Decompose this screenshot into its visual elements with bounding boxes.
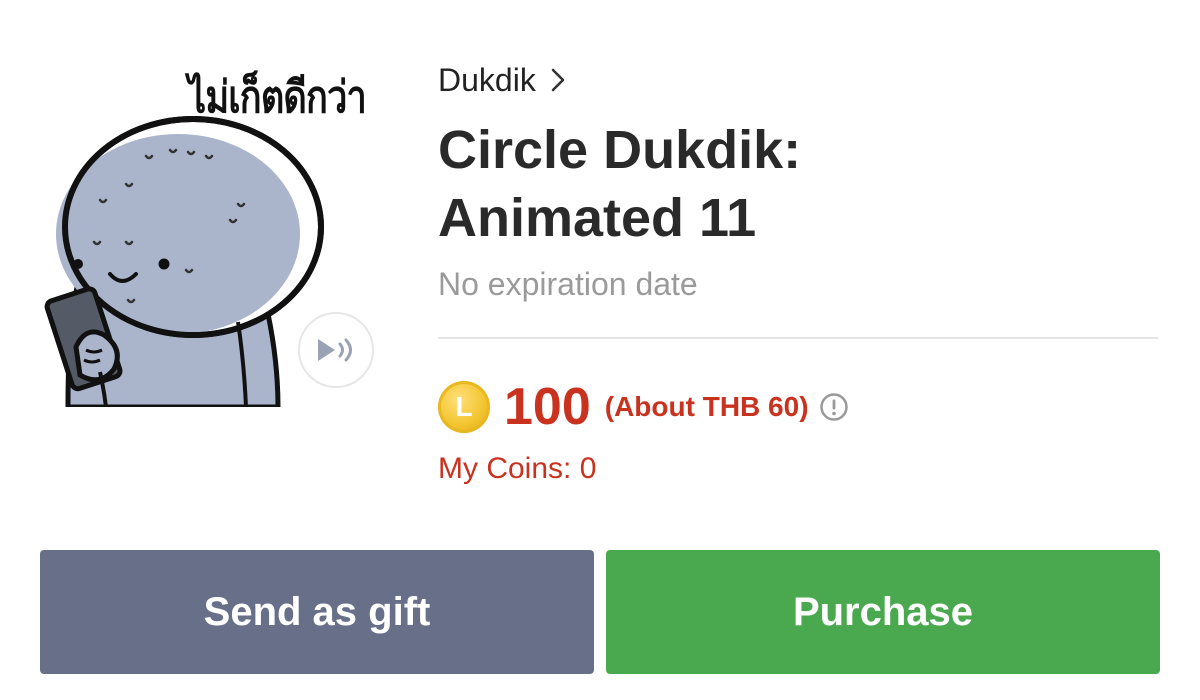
play-sound-button[interactable]	[298, 312, 374, 388]
play-sound-icon	[318, 338, 352, 362]
price-approx: (About THB 60)	[604, 391, 809, 422]
purchase-button[interactable]: Purchase	[606, 550, 1160, 674]
line-coin-icon: L	[438, 381, 490, 433]
purchase-label: Purchase	[792, 589, 974, 634]
expiry-text: No expiration date	[438, 266, 698, 302]
coin-letter: L	[455, 391, 473, 422]
author-link[interactable]: Dukdik	[438, 56, 566, 104]
price-row: L 100 (About THB 60)	[438, 376, 849, 438]
author-name: Dukdik	[438, 61, 536, 98]
product-title: Circle Dukdik: Animated 11	[438, 120, 802, 248]
sticker-product-page: ไม่เก็ตดีกว่า Dukdik Circle Dukdik: Anim…	[0, 0, 1200, 700]
product-info: Dukdik Circle Dukdik: Animated 11 No exp…	[438, 56, 1158, 310]
divider	[438, 337, 1158, 339]
chevron-right-icon	[551, 68, 565, 92]
my-coins-balance: My Coins: 0	[438, 452, 597, 485]
send-as-gift-button[interactable]: Send as gift	[40, 550, 594, 674]
info-icon[interactable]	[819, 392, 849, 422]
sticker-caption: ไม่เก็ตดีกว่า	[188, 72, 367, 123]
price-value: 100	[504, 378, 591, 436]
send-as-gift-label: Send as gift	[203, 589, 431, 634]
